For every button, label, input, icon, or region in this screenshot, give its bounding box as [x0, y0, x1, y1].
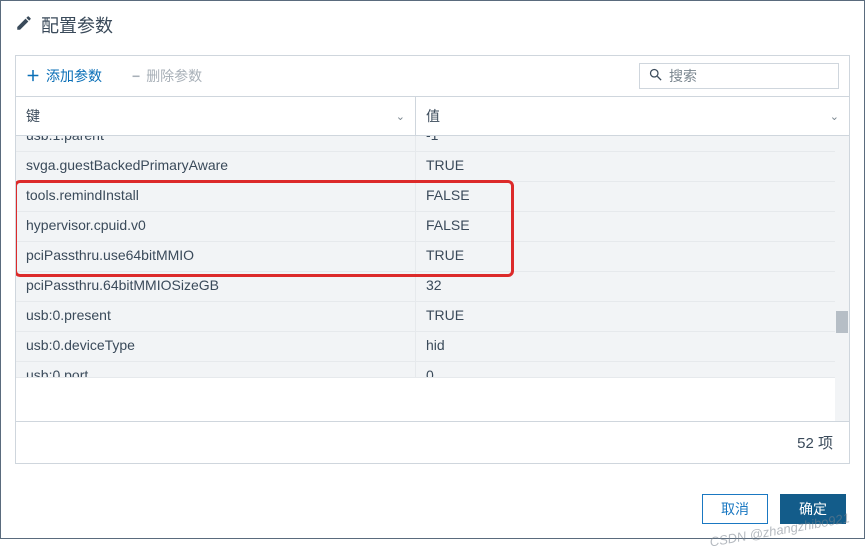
- delete-param-label: 删除参数: [146, 66, 202, 86]
- cell-value: TRUE: [416, 242, 849, 271]
- dialog-title: 配置参数: [41, 12, 113, 38]
- table-row[interactable]: usb:0.present TRUE: [16, 302, 849, 332]
- vertical-scrollbar[interactable]: [835, 136, 849, 421]
- add-param-button[interactable]: ＋ 添加参数: [26, 66, 102, 86]
- cell-value: FALSE: [416, 182, 849, 211]
- cell-key: usb:0.port: [16, 362, 416, 377]
- table-row[interactable]: usb:0.deviceType hid: [16, 332, 849, 362]
- table-row[interactable]: tools.remindInstall FALSE: [16, 182, 849, 212]
- dialog-body: ＋ 添加参数 − 删除参数 键 ⌄ 值: [1, 49, 864, 464]
- cell-key: usb:0.present: [16, 302, 416, 331]
- table-body: usb:1.parent -1 svga.guestBackedPrimaryA…: [16, 136, 849, 421]
- cell-value: 32: [416, 272, 849, 301]
- table-row[interactable]: svga.guestBackedPrimaryAware TRUE: [16, 152, 849, 182]
- column-header-value-label: 值: [426, 106, 440, 126]
- chevron-down-icon: ⌄: [830, 110, 839, 123]
- pencil-icon: [15, 14, 33, 37]
- cell-key: usb:1.parent: [16, 136, 416, 151]
- chevron-down-icon: ⌄: [396, 110, 405, 123]
- table-row[interactable]: hypervisor.cpuid.v0 FALSE: [16, 212, 849, 242]
- scrollbar-thumb[interactable]: [836, 311, 848, 333]
- delete-param-button[interactable]: − 删除参数: [132, 66, 202, 86]
- cell-value: 0: [416, 362, 849, 377]
- cell-key: svga.guestBackedPrimaryAware: [16, 152, 416, 181]
- cell-key: pciPassthru.use64bitMMIO: [16, 242, 416, 271]
- plus-icon: ＋: [26, 66, 40, 86]
- table-footer: 52 项: [16, 421, 849, 463]
- cell-key: hypervisor.cpuid.v0: [16, 212, 416, 241]
- cell-value: TRUE: [416, 152, 849, 181]
- cancel-button[interactable]: 取消: [702, 494, 768, 524]
- cell-value: FALSE: [416, 212, 849, 241]
- table-header: 键 ⌄ 值 ⌄: [16, 97, 849, 136]
- table-row[interactable]: pciPassthru.use64bitMMIO TRUE: [16, 242, 849, 272]
- params-table: 键 ⌄ 值 ⌄ usb:1.parent -1 svga.guestBacked…: [15, 96, 850, 464]
- table-row[interactable]: usb:0.port 0: [16, 362, 849, 378]
- search-icon: [648, 67, 663, 85]
- table-row[interactable]: pciPassthru.64bitMMIOSizeGB 32: [16, 272, 849, 302]
- toolbar: ＋ 添加参数 − 删除参数: [15, 55, 850, 96]
- cell-value: TRUE: [416, 302, 849, 331]
- cell-value: hid: [416, 332, 849, 361]
- dialog-header: 配置参数: [1, 1, 864, 49]
- add-param-label: 添加参数: [46, 66, 102, 86]
- total-count-label: 52 项: [797, 435, 833, 452]
- cell-key: tools.remindInstall: [16, 182, 416, 211]
- column-header-value[interactable]: 值 ⌄: [416, 97, 849, 135]
- column-header-key-label: 键: [26, 106, 40, 126]
- ok-button[interactable]: 确定: [780, 494, 846, 524]
- dialog-footer: 取消 确定: [1, 464, 864, 538]
- minus-icon: −: [132, 68, 140, 84]
- cell-value: -1: [416, 136, 849, 151]
- search-box[interactable]: [639, 63, 839, 89]
- column-header-key[interactable]: 键 ⌄: [16, 97, 416, 135]
- table-row[interactable]: usb:1.parent -1: [16, 136, 849, 152]
- cell-key: pciPassthru.64bitMMIOSizeGB: [16, 272, 416, 301]
- search-input[interactable]: [669, 68, 830, 84]
- config-params-dialog: 配置参数 ＋ 添加参数 − 删除参数 键: [0, 0, 865, 539]
- cell-key: usb:0.deviceType: [16, 332, 416, 361]
